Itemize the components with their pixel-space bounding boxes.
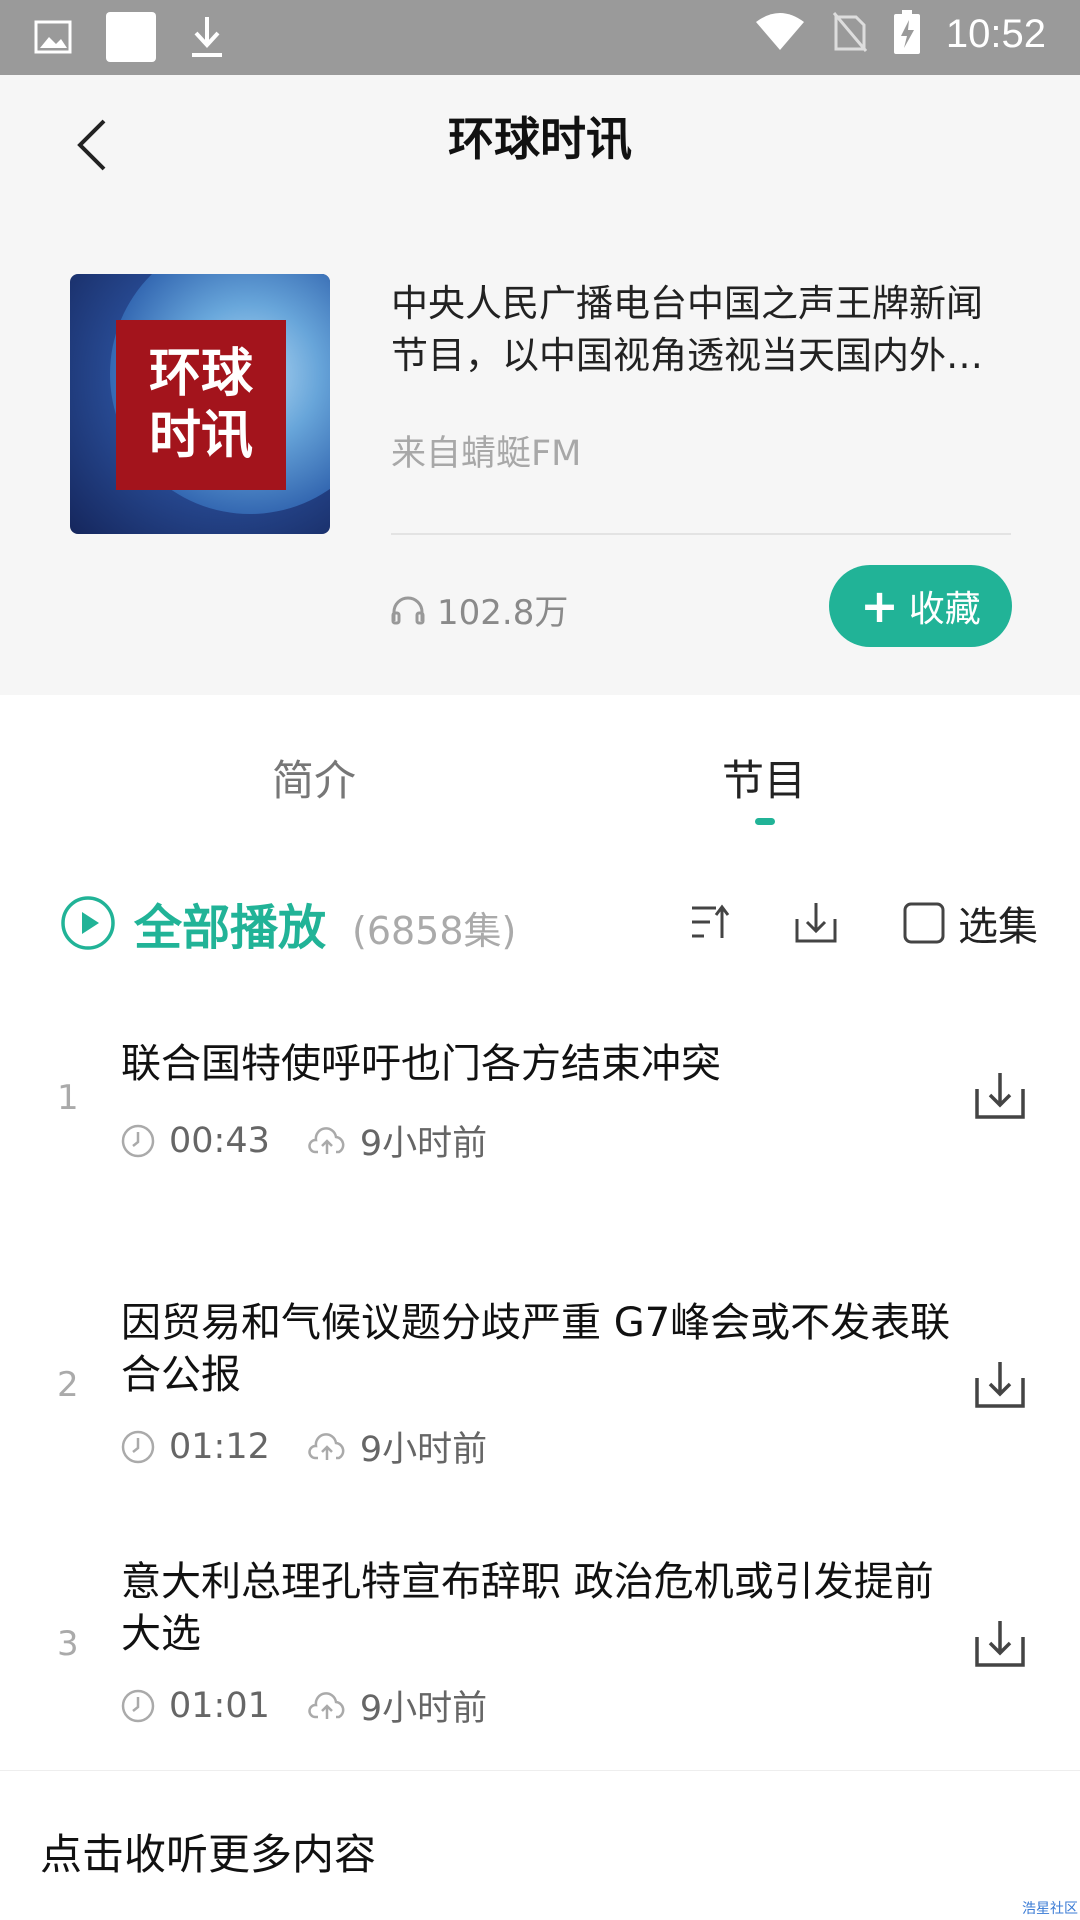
cloud-upload-icon — [308, 1691, 345, 1719]
clock-icon — [121, 1689, 155, 1722]
blank-notification-icon — [106, 12, 156, 66]
episode-upload-time: 9小时前 — [359, 1430, 488, 1470]
checkbox-icon — [903, 902, 945, 944]
list-item[interactable]: 2 因贸易和气候议题分歧严重 G7峰会或不发表联合公报 01:12 9小时前 — [0, 1269, 1080, 1528]
image-notification-icon — [34, 20, 72, 58]
episode-duration: 01:12 — [169, 1426, 270, 1467]
episode-toolbar: 全部播放 (6858集) 选集 — [0, 870, 1080, 970]
listen-more-link[interactable]: 点击收听更多内容 — [40, 1821, 376, 1882]
play-all-label: 全部播放 — [134, 900, 327, 956]
episode-download-button[interactable] — [970, 1355, 1030, 1415]
episode-download-button[interactable] — [970, 1614, 1030, 1674]
cloud-upload-icon — [308, 1126, 345, 1154]
episode-meta: 01:12 9小时前 — [121, 1421, 525, 1472]
download-icon — [795, 903, 837, 943]
listen-count-value: 102.8万 — [437, 593, 569, 633]
play-circle-icon — [61, 896, 115, 950]
program-cover: 环球 时讯 — [70, 274, 330, 534]
bottom-bar: 点击收听更多内容 浩星社区 — [0, 1770, 1080, 1920]
episode-title: 因贸易和气候议题分歧严重 G7峰会或不发表联合公报 — [121, 1300, 951, 1398]
active-tab-indicator — [755, 818, 775, 825]
list-item[interactable]: 3 意大利总理孔特宣布辞职 政治危机或引发提前大选 01:01 9小时前 — [0, 1528, 1080, 1787]
download-icon — [975, 1621, 1025, 1667]
sort-button[interactable] — [686, 896, 738, 948]
episode-upload-time: 9小时前 — [359, 1124, 488, 1164]
page-title: 环球时讯 — [448, 112, 632, 166]
program-header: 环球时讯 环球 时讯 中央人民广播电台中国之声王牌新闻节目，以中国视角透视当天国… — [0, 75, 1080, 695]
tab-intro[interactable]: 简介 — [272, 747, 356, 808]
episode-count: (6858集) — [352, 909, 517, 953]
clock-icon — [121, 1124, 155, 1157]
wifi-icon — [754, 12, 806, 56]
favorite-button[interactable]: + 收藏 — [829, 565, 1012, 647]
status-bar: 10:52 — [0, 0, 1080, 75]
download-icon — [975, 1362, 1025, 1408]
headphones-icon — [391, 596, 425, 624]
episode-title: 联合国特使呼吁也门各方结束冲突 — [121, 1041, 721, 1087]
divider — [391, 533, 1011, 535]
watermark: 浩星社区 — [1022, 1901, 1078, 1917]
download-notification-icon — [190, 15, 224, 63]
episode-title: 意大利总理孔特宣布辞职 政治危机或引发提前大选 — [121, 1559, 934, 1657]
episode-index: 1 — [57, 1078, 79, 1118]
program-description: 中央人民广播电台中国之声王牌新闻节目，以中国视角透视当天国内外… — [391, 282, 983, 377]
list-item[interactable]: 1 联合国特使呼吁也门各方结束冲突 00:43 9小时前 — [0, 1010, 1080, 1269]
episode-upload-time: 9小时前 — [359, 1689, 488, 1729]
play-all-button[interactable]: 全部播放 — [60, 888, 326, 958]
cover-logo-text: 环球 时讯 — [148, 343, 253, 466]
tab-episodes[interactable]: 节目 — [722, 747, 806, 808]
no-sim-icon — [832, 11, 868, 57]
listen-count: 102.8万 — [391, 585, 568, 634]
select-label: 选集 — [958, 904, 1038, 950]
tab-bar: 简介 节目 — [0, 695, 1080, 835]
plus-icon: + — [860, 579, 899, 633]
select-episodes-button[interactable]: 选集 — [902, 894, 1038, 952]
episode-meta: 01:01 9小时前 — [121, 1680, 525, 1731]
cover-logo: 环球 时讯 — [116, 320, 286, 490]
favorite-label: 收藏 — [908, 589, 981, 630]
episode-download-button[interactable] — [970, 1066, 1030, 1126]
sort-icon — [692, 904, 730, 938]
battery-charging-icon — [893, 10, 920, 58]
cloud-upload-icon — [308, 1432, 345, 1460]
episode-list: 1 联合国特使呼吁也门各方结束冲突 00:43 9小时前 2 因贸易和气候议题分… — [0, 1010, 1080, 1787]
download-icon — [975, 1073, 1025, 1119]
clock: 10:52 — [945, 11, 1046, 56]
episode-index: 3 — [57, 1624, 79, 1664]
episode-index: 2 — [57, 1365, 79, 1405]
program-source: 来自蜻蜓FM — [391, 434, 582, 474]
episode-meta: 00:43 9小时前 — [121, 1115, 525, 1166]
episode-duration: 00:43 — [169, 1120, 270, 1161]
episode-duration: 01:01 — [169, 1685, 270, 1726]
clock-icon — [121, 1430, 155, 1463]
batch-download-button[interactable] — [790, 896, 842, 948]
